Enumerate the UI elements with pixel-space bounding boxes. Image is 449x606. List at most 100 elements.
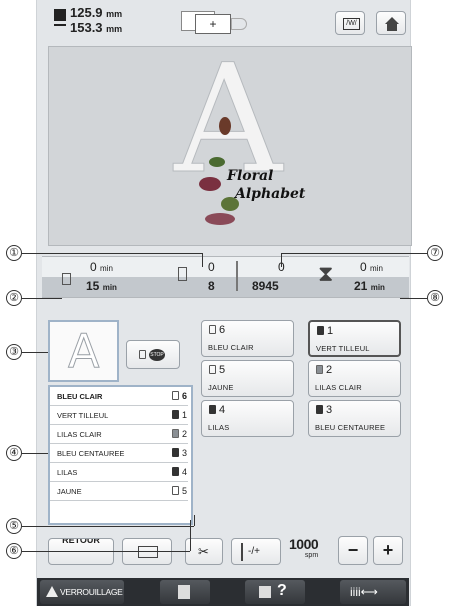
leader-line-2 [22, 298, 62, 299]
needle-icon [236, 261, 238, 291]
speed-decrease-button[interactable]: − [338, 536, 368, 565]
leader-line-4 [22, 453, 48, 454]
list-item[interactable]: BLEU CLAIR 6 [50, 387, 188, 406]
callout-6: ⑥ [6, 543, 22, 559]
list-icon [178, 585, 190, 599]
list-item-name: JAUNE [57, 487, 82, 496]
spool-icon [172, 467, 179, 476]
callout-3: ③ [6, 344, 22, 360]
spool-icon [139, 350, 146, 359]
lock-button[interactable]: VERROUILLAGE [40, 580, 124, 604]
home-button[interactable] [376, 11, 406, 35]
top-left-min-value: 0 [90, 260, 97, 274]
color-box-3[interactable]: 3 BLEU CENTAUREE [308, 400, 401, 437]
stop-color-button[interactable]: STOP [126, 340, 180, 369]
leader-line-1 [22, 253, 202, 254]
warning-icon [46, 586, 58, 597]
start-point-icon [138, 546, 158, 558]
hoop-icon: /W/ [343, 18, 360, 30]
width-value: 125.9 [70, 5, 103, 20]
width-unit: mm [106, 9, 123, 19]
color-box-label: BLEU CLAIR [208, 343, 254, 352]
color-box-number: 2 [326, 364, 333, 376]
stop-icon: STOP [149, 349, 165, 361]
hoop-button[interactable]: /W/ [335, 11, 365, 35]
leader-line-5 [22, 526, 194, 527]
design-height: 153.3 mm [70, 20, 122, 35]
spool-icon [209, 325, 216, 334]
help-label: ? [277, 582, 287, 599]
size-arrows-icon [54, 24, 66, 26]
spool-icon [172, 429, 179, 438]
color-box-number: 5 [219, 364, 226, 376]
list-item-number: 6 [182, 391, 188, 401]
size-icon [54, 9, 66, 21]
help-button[interactable]: ? [245, 580, 305, 604]
thread-tension-button[interactable]: iiii⟷ [340, 580, 406, 604]
spool-icon [172, 391, 179, 400]
list-item-number: 4 [182, 467, 188, 477]
list-view-button[interactable] [160, 580, 210, 604]
needle-icon [241, 543, 243, 561]
list-item-number: 5 [182, 486, 188, 496]
spool-icon [209, 405, 216, 414]
callout-4: ④ [6, 445, 22, 461]
design-preview: A Floral Alphabet [48, 45, 412, 246]
color-box-label: JAUNE [208, 383, 234, 392]
stats-bar: 0 min 15 min 0 8 0 8945 ⧗ 0 min 21 min [42, 256, 409, 298]
color-box-5[interactable]: 5 JAUNE [201, 360, 294, 397]
needle-adjust-button[interactable]: -/+ [231, 538, 281, 565]
leader-line-6 [22, 551, 190, 552]
plus-icon: + [382, 540, 394, 560]
speed-unit: spm [304, 552, 319, 559]
color-box-number: 3 [326, 404, 333, 416]
color-box-label: BLEU CENTAUREE [315, 423, 386, 432]
machine-icon [259, 586, 271, 598]
design-thumbnail[interactable]: A [48, 320, 119, 382]
list-item[interactable]: VERT TILLEUL 1 [50, 406, 188, 425]
leader-line-7 [281, 253, 427, 254]
caption-line-2: Alphabet [235, 186, 306, 202]
thread-sequence-list[interactable]: BLEU CLAIR 6 VERT TILLEUL 1 LILAS CLAIR … [48, 385, 193, 525]
color-count-top: 0 [208, 260, 215, 274]
spool-icon [316, 365, 323, 374]
speed-display: 1000 spm [289, 536, 319, 559]
time-bottom-value: 21 [354, 279, 368, 293]
speed-increase-button[interactable]: + [373, 536, 403, 565]
lock-label: VERROUILLAGE [60, 587, 123, 597]
color-box-2[interactable]: 2 LILAS CLAIR [308, 360, 401, 397]
list-item[interactable]: JAUNE 5 [50, 482, 188, 501]
home-icon [385, 17, 399, 24]
bottom-left-min-unit: min [102, 283, 117, 292]
list-item-name: BLEU CLAIR [57, 392, 103, 401]
thumbnail-letter: A [67, 324, 100, 379]
leader-line-3 [22, 352, 48, 353]
color-box-1[interactable]: 1 VERT TILLEUL [308, 320, 401, 357]
color-box-number: 4 [219, 404, 226, 416]
height-unit: mm [106, 24, 123, 34]
color-box-number: 6 [219, 324, 226, 336]
height-value: 153.3 [70, 20, 103, 35]
color-box-number: 1 [327, 325, 334, 337]
tension-icon: iiii⟷ [350, 585, 378, 599]
minus-icon: − [347, 540, 359, 560]
spool-icon [209, 365, 216, 374]
spool-icon [172, 486, 179, 495]
bottom-left-min-value: 15 [86, 279, 100, 293]
spool-icon [316, 405, 323, 414]
list-item-name: VERT TILLEUL [57, 411, 109, 420]
color-count-bottom: 8 [208, 279, 215, 293]
spool-icon [317, 326, 324, 335]
time-top-value: 0 [360, 260, 367, 274]
caption-line-1: Floral [227, 168, 274, 184]
list-item[interactable]: LILAS CLAIR 2 [50, 425, 188, 444]
return-label: RETOUR [62, 538, 100, 545]
color-box-4[interactable]: 4 LILAS [201, 400, 294, 437]
hoop-frame-icon: + [181, 11, 261, 35]
list-item[interactable]: LILAS 4 [50, 463, 188, 482]
list-item[interactable]: BLEU CENTAUREE 3 [50, 444, 188, 463]
list-item-name: LILAS CLAIR [57, 430, 102, 439]
top-left-min-unit: min [100, 264, 113, 273]
color-box-6[interactable]: 6 BLEU CLAIR [201, 320, 294, 357]
preview-caption: Floral Alphabet [227, 167, 305, 203]
